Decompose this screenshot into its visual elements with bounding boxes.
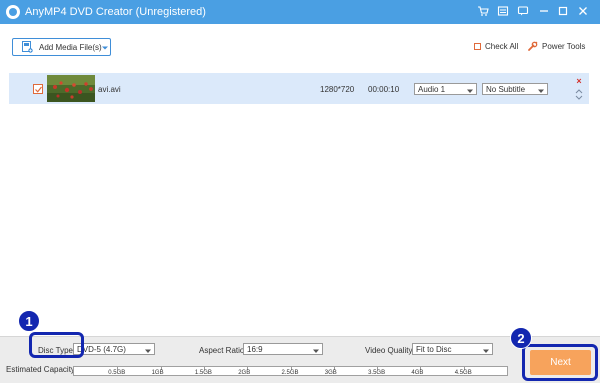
video-quality-label: Video Quality: (365, 346, 415, 355)
wrench-icon (527, 41, 538, 52)
capacity-tick-label: 0.5GB (108, 370, 126, 376)
file-list-row[interactable]: avi.avi 1280*720 00:00:10 Audio 1 No Sub… (9, 73, 589, 104)
cart-icon[interactable] (476, 5, 490, 19)
add-media-label: Add Media File(s) (39, 43, 102, 52)
capacity-tick-label: 3.5GB (368, 370, 386, 376)
chevron-down-icon (538, 87, 544, 93)
chat-icon[interactable] (516, 5, 530, 19)
check-all-checkbox[interactable] (474, 43, 481, 50)
disc-type-highlight (29, 332, 84, 358)
title-bar: AnyMP4 DVD Creator (Unregistered) (0, 0, 600, 24)
callout-badge-2: 2 (510, 327, 532, 349)
add-media-button[interactable]: Add Media File(s) (12, 38, 111, 56)
file-duration: 00:00:10 (368, 85, 400, 94)
capacity-tick-label: 1GB (151, 370, 164, 376)
video-thumbnail[interactable] (47, 75, 95, 102)
aspect-ratio-label: Aspect Ratio: (199, 346, 247, 355)
chevron-down-icon[interactable] (102, 44, 108, 50)
reorder-icon[interactable] (575, 89, 583, 100)
capacity-tick-label: 4.5GB (454, 370, 472, 376)
minimize-icon[interactable] (537, 5, 551, 19)
settings-bar: Disc Type DVD-5 (4.7G) Aspect Ratio: 16:… (0, 336, 600, 383)
subtitle-select[interactable]: No Subtitle (482, 83, 548, 95)
close-icon[interactable] (576, 5, 590, 19)
capacity-tick-label: 2GB (238, 370, 251, 376)
aspect-ratio-value: 16:9 (247, 345, 263, 354)
callout-badge-1: 1 (18, 310, 40, 332)
power-tools-label: Power Tools (542, 42, 586, 51)
file-name: avi.avi (98, 85, 121, 94)
file-resolution: 1280*720 (320, 85, 355, 94)
audio-track-value: Audio 1 (418, 85, 446, 94)
video-quality-value: Fit to Disc (416, 345, 452, 354)
app-logo-icon (6, 5, 20, 19)
check-all-label: Check All (485, 42, 519, 51)
file-checkbox[interactable] (33, 84, 43, 94)
app-title: AnyMP4 DVD Creator (Unregistered) (25, 6, 206, 18)
maximize-icon[interactable] (556, 5, 570, 19)
disc-type-select[interactable]: DVD-5 (4.7G) (73, 343, 155, 355)
menu-icon[interactable] (496, 5, 510, 19)
add-file-icon (22, 41, 33, 53)
chevron-down-icon (313, 347, 319, 353)
capacity-scale: 0.5GB 1GB 1.5GB 2GB 2.5GB 3GB 3.5GB 4GB 4.5GB (73, 366, 508, 376)
remove-icon[interactable]: × (575, 77, 583, 86)
video-quality-select[interactable]: Fit to Disc (412, 343, 493, 355)
capacity-tick-label: 1.5GB (194, 370, 212, 376)
chevron-down-icon (467, 87, 473, 93)
estimated-capacity-label: Estimated Capacity: (6, 365, 78, 374)
audio-track-select[interactable]: Audio 1 (414, 83, 477, 95)
chevron-down-icon (483, 347, 489, 353)
capacity-tick-label: 2.5GB (281, 370, 299, 376)
chevron-down-icon (145, 347, 151, 353)
subtitle-value: No Subtitle (486, 85, 526, 94)
capacity-tick-label: 4GB (411, 370, 424, 376)
next-button-highlight (522, 344, 598, 381)
capacity-tick-label: 3GB (324, 370, 337, 376)
disc-type-value: DVD-5 (4.7G) (77, 345, 126, 354)
aspect-ratio-select[interactable]: 16:9 (243, 343, 323, 355)
